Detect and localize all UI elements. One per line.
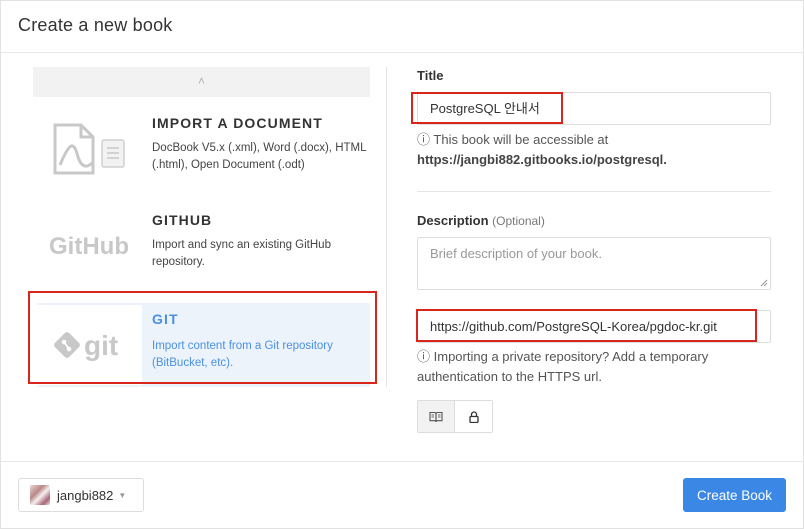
git-url-highlight (416, 309, 757, 342)
info-icon: ⓘ (417, 349, 431, 364)
owner-name: jangbi882 (57, 487, 114, 503)
lock-toggle-button[interactable] (455, 401, 492, 432)
source-import-document[interactable]: IMPORT A DOCUMENT DocBook V5.x (.xml), W… (33, 113, 370, 201)
description-input[interactable]: Brief description of your book. (417, 237, 771, 290)
create-book-dialog: Create a new book ˄ IMPORT A DOCUMENT Do… (0, 0, 804, 529)
description-label-text: Description (417, 213, 489, 228)
title-highlight (411, 92, 563, 124)
create-book-button[interactable]: Create Book (683, 478, 786, 512)
scroll-up-button[interactable]: ˄ (33, 67, 370, 97)
resize-handle-icon[interactable] (760, 279, 768, 287)
git-help: ⓘ Importing a private repository? Add a … (417, 347, 777, 387)
book-icon (429, 411, 443, 422)
git-auth-toggle (417, 400, 493, 433)
svg-text:GitHub: GitHub (49, 233, 129, 260)
document-icon (33, 113, 145, 201)
form-divider (417, 191, 771, 192)
description-label: Description (Optional) (417, 213, 545, 228)
info-icon: ⓘ (417, 132, 431, 147)
source-description: Import and sync an existing GitHub repos… (152, 239, 331, 268)
book-toggle-button[interactable] (418, 401, 456, 432)
column-divider (386, 67, 387, 387)
github-logo: GitHub (33, 210, 145, 298)
dialog-footer: jangbi882 ▼ Create Book (1, 461, 803, 528)
source-title: GITHUB (152, 212, 213, 228)
git-help-text: Importing a private repository? Add a te… (417, 349, 709, 384)
optional-hint: (Optional) (492, 214, 545, 228)
title-label: Title (417, 68, 444, 83)
avatar (30, 485, 50, 505)
book-url: https://jangbi882.gitbooks.io/postgresql… (417, 152, 667, 167)
selection-highlight (28, 291, 377, 384)
url-help: ⓘ This book will be accessible at https:… (417, 130, 777, 170)
source-description: DocBook V5.x (.xml), Word (.docx), HTML … (152, 142, 367, 171)
source-github[interactable]: GitHub GITHUB Import and sync an existin… (33, 210, 370, 298)
chevron-up-icon: ˄ (197, 74, 205, 88)
source-title: IMPORT A DOCUMENT (152, 115, 323, 131)
chevron-down-icon: ▼ (118, 490, 127, 500)
dialog-title: Create a new book (18, 15, 173, 35)
url-help-text: This book will be accessible at (433, 132, 609, 147)
owner-selector[interactable]: jangbi882 ▼ (18, 478, 144, 512)
dialog-header: Create a new book (1, 1, 803, 53)
description-placeholder: Brief description of your book. (430, 246, 602, 261)
lock-icon (468, 410, 479, 423)
